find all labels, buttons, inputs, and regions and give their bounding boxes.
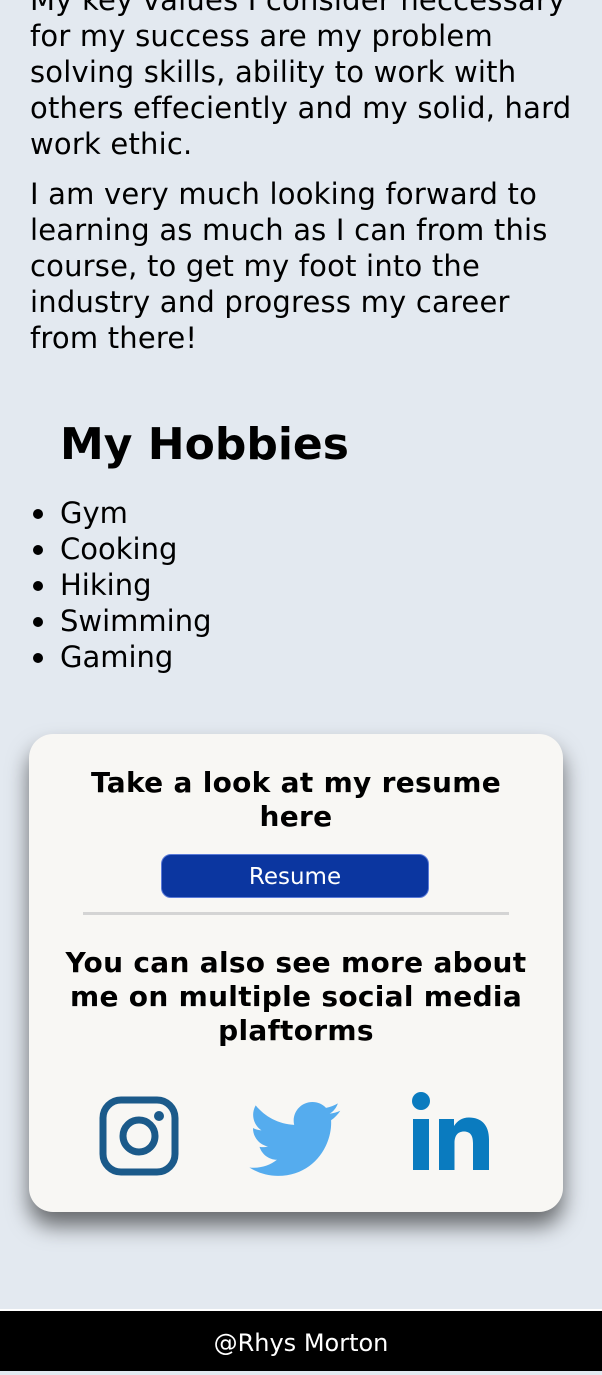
twitter-icon — [249, 1102, 341, 1176]
about-paragraph-values: My key values I consider neccessary for … — [30, 0, 572, 161]
hobby-label: Gaming — [60, 640, 174, 674]
linkedin-link[interactable] — [410, 1091, 494, 1181]
list-item: Gym — [30, 495, 212, 531]
social-heading: You can also see more about me on multip… — [65, 946, 527, 1047]
bullet-icon — [33, 617, 43, 627]
bullet-icon — [33, 581, 43, 591]
list-item: Cooking — [30, 531, 212, 567]
bullet-icon — [33, 653, 43, 663]
hobby-label: Gym — [60, 496, 128, 530]
hobby-label: Hiking — [60, 568, 152, 602]
resume-button[interactable]: Resume — [161, 854, 429, 898]
instagram-link[interactable] — [99, 1096, 179, 1186]
about-paragraph-goals: I am very much looking forward to learni… — [30, 177, 548, 355]
hobby-label: Cooking — [60, 532, 178, 566]
hobbies-title: My Hobbies — [60, 419, 349, 470]
list-item: Swimming — [30, 603, 212, 639]
linkedin-icon — [412, 1092, 489, 1170]
hobby-label: Swimming — [60, 604, 212, 638]
twitter-link[interactable] — [249, 1102, 341, 1192]
instagram-icon — [99, 1096, 179, 1176]
about-section: My key values I consider neccessary for … — [30, 0, 575, 370]
divider — [83, 912, 509, 915]
contact-card: Take a look at my resume here Resume You… — [29, 734, 563, 1212]
bullet-icon — [33, 509, 43, 519]
list-item: Gaming — [30, 639, 212, 675]
footer-credit: @Rhys Morton — [213, 1329, 389, 1357]
resume-heading: Take a look at my resume here — [90, 766, 502, 833]
footer: @Rhys Morton — [0, 1309, 602, 1371]
list-item: Hiking — [30, 567, 212, 603]
bullet-icon — [33, 545, 43, 555]
hobbies-list: Gym Cooking Hiking Swimming Gaming — [30, 495, 212, 675]
